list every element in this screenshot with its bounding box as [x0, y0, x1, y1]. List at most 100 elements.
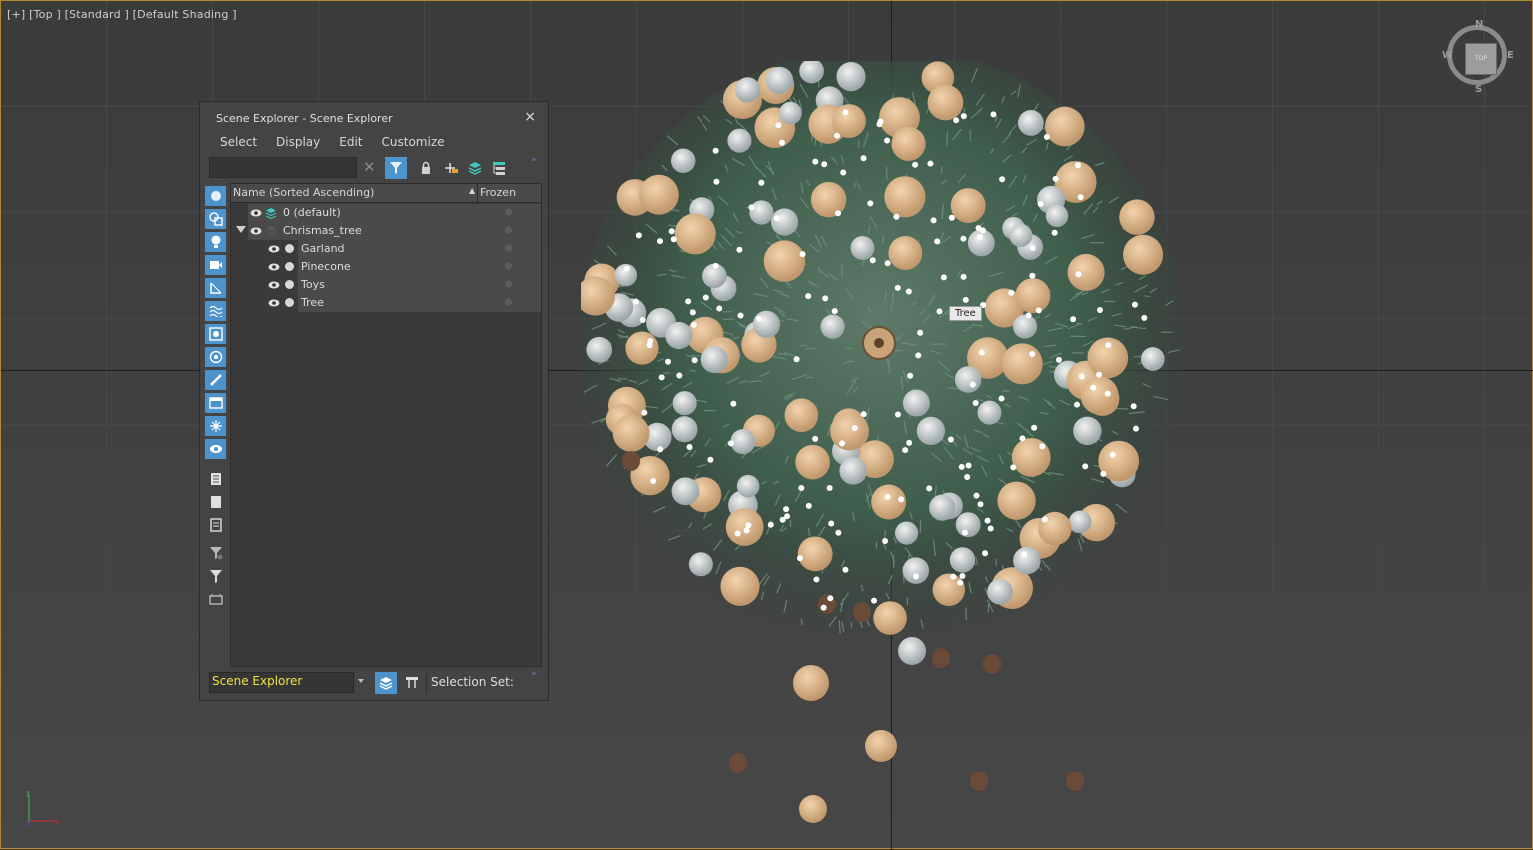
garland-light [1021, 551, 1027, 557]
garland-light [736, 247, 742, 253]
gold-ornament [1015, 278, 1050, 313]
visibility-eye-icon[interactable] [268, 243, 280, 255]
visibility-eye-icon[interactable] [268, 279, 280, 291]
silver-ornament [917, 417, 945, 445]
filter-lights-button[interactable] [205, 232, 226, 252]
svg-text:y: y [26, 789, 30, 797]
filter-bones-button[interactable] [205, 370, 226, 390]
garland-light [1026, 312, 1032, 318]
filter-button[interactable] [205, 566, 226, 586]
frozen-snowflake-icon[interactable]: ❄ [504, 260, 513, 273]
garland-light [636, 232, 642, 238]
filter-xrefs-button[interactable] [205, 347, 226, 367]
sort-by-hierarchy-button[interactable] [401, 672, 423, 694]
silver-ornament [956, 512, 981, 537]
toggle-box-button[interactable] [205, 589, 226, 609]
tree-row-tree[interactable]: Tree ❄ [231, 294, 541, 312]
panel-title[interactable]: Scene Explorer - Scene Explorer [216, 112, 393, 125]
svg-text:x: x [55, 818, 59, 826]
display-all-button[interactable] [205, 469, 226, 489]
visibility-eye-icon[interactable] [268, 297, 280, 309]
filter-toggle-button[interactable] [385, 157, 407, 179]
gold-ornament [798, 536, 833, 571]
display-invert-button[interactable] [205, 515, 226, 535]
search-input[interactable] [209, 157, 357, 178]
needle-stroke [690, 370, 696, 371]
menu-select[interactable]: Select [220, 135, 257, 149]
frozen-snowflake-icon[interactable]: ❄ [504, 278, 513, 291]
filter-groups-button[interactable] [205, 324, 226, 344]
clear-search-icon[interactable]: ✕ [363, 158, 376, 176]
garland-light [973, 493, 979, 499]
invert-page-icon [210, 518, 222, 532]
frozen-snowflake-icon[interactable]: ❄ [504, 242, 513, 255]
silver-ornament [673, 391, 697, 415]
layers-button[interactable] [464, 157, 486, 179]
frozen-snowflake-icon[interactable]: ❄ [504, 296, 513, 309]
frozen-snowflake-icon[interactable]: ❄ [504, 206, 513, 219]
christmas-tree-model[interactable] [581, 61, 1201, 841]
filter-settings-button[interactable] [205, 543, 226, 563]
close-icon[interactable]: × [524, 109, 536, 125]
hierarchy-button[interactable] [488, 157, 510, 179]
garland-light [953, 117, 959, 123]
visibility-eye-icon[interactable] [250, 207, 262, 219]
sort-by-layer-button[interactable] [375, 672, 397, 694]
silver-ornament [839, 457, 866, 484]
filter-frozen-button[interactable] [205, 416, 226, 436]
viewcube[interactable]: TOP N S W E [1441, 19, 1519, 97]
garland-light [685, 298, 691, 304]
svg-text:z: z [26, 819, 30, 827]
blank-page-icon [210, 495, 222, 509]
filter-containers-button[interactable] [205, 393, 226, 413]
row-label: Garland [301, 242, 345, 255]
filter-shapes-button[interactable] [205, 209, 226, 229]
silver-ornament [766, 67, 793, 94]
add-layer-button[interactable] [440, 157, 462, 179]
expand-triangle-icon[interactable] [236, 226, 246, 233]
tree-row-pinecone[interactable]: Pinecone ❄ [231, 258, 541, 276]
viewcube-top-face[interactable]: TOP [1465, 43, 1497, 75]
visibility-eye-icon[interactable] [250, 225, 262, 237]
column-frozen-header[interactable]: Frozen [480, 186, 516, 199]
bottom-overflow-icon[interactable]: » [531, 669, 537, 679]
chevron-down-icon[interactable] [358, 679, 364, 683]
funnel-gear-icon [209, 546, 223, 560]
toolbar-overflow-icon[interactable]: » [531, 155, 537, 165]
menu-edit[interactable]: Edit [339, 135, 362, 149]
viewport-label[interactable]: [+] [Top ] [Standard ] [Default Shading … [7, 8, 237, 21]
garland-light [1010, 464, 1016, 470]
container-icon [209, 397, 223, 409]
gold-ornament [830, 412, 869, 451]
garland-light [876, 121, 882, 127]
filter-spacewarps-button[interactable] [205, 301, 226, 321]
garland-light [941, 274, 947, 280]
filter-hidden-button[interactable] [205, 439, 226, 459]
hierarchy-tree-icon [405, 676, 419, 690]
explorer-select-dropdown[interactable]: Scene Explorer [209, 672, 354, 693]
garland-light [926, 485, 932, 491]
menu-customize[interactable]: Customize [382, 135, 445, 149]
column-name-header[interactable]: Name (Sorted Ascending) [233, 186, 374, 199]
garland-light [977, 234, 983, 240]
lock-button[interactable] [415, 157, 437, 179]
tree-row-garland[interactable]: Garland ❄ [231, 240, 541, 258]
tree-row-default-layer[interactable]: 0 (default) ❄ [231, 204, 541, 222]
filter-cameras-button[interactable] [205, 255, 226, 275]
filter-geometry-button[interactable] [205, 186, 226, 206]
compass-n: N [1475, 19, 1483, 30]
gold-ornament [888, 236, 922, 270]
scene-explorer-panel[interactable]: Scene Explorer - Scene Explorer × Select… [199, 101, 549, 701]
tree-row-toys[interactable]: Toys ❄ [231, 276, 541, 294]
tree-row-chrismas-tree[interactable]: Chrismas_tree ❄ [231, 222, 541, 240]
frozen-snowflake-icon[interactable]: ❄ [504, 224, 513, 237]
scene-tree-grid[interactable]: Name (Sorted Ascending) ▲ Frozen 0 (defa… [230, 183, 542, 667]
silver-ornament [730, 429, 755, 454]
display-none-button[interactable] [205, 492, 226, 512]
menu-display[interactable]: Display [276, 135, 320, 149]
gold-ornament [785, 398, 819, 432]
row-label: Chrismas_tree [283, 224, 362, 237]
visibility-eye-icon[interactable] [268, 261, 280, 273]
filter-helpers-button[interactable] [205, 278, 226, 298]
silver-ornament [903, 557, 929, 583]
